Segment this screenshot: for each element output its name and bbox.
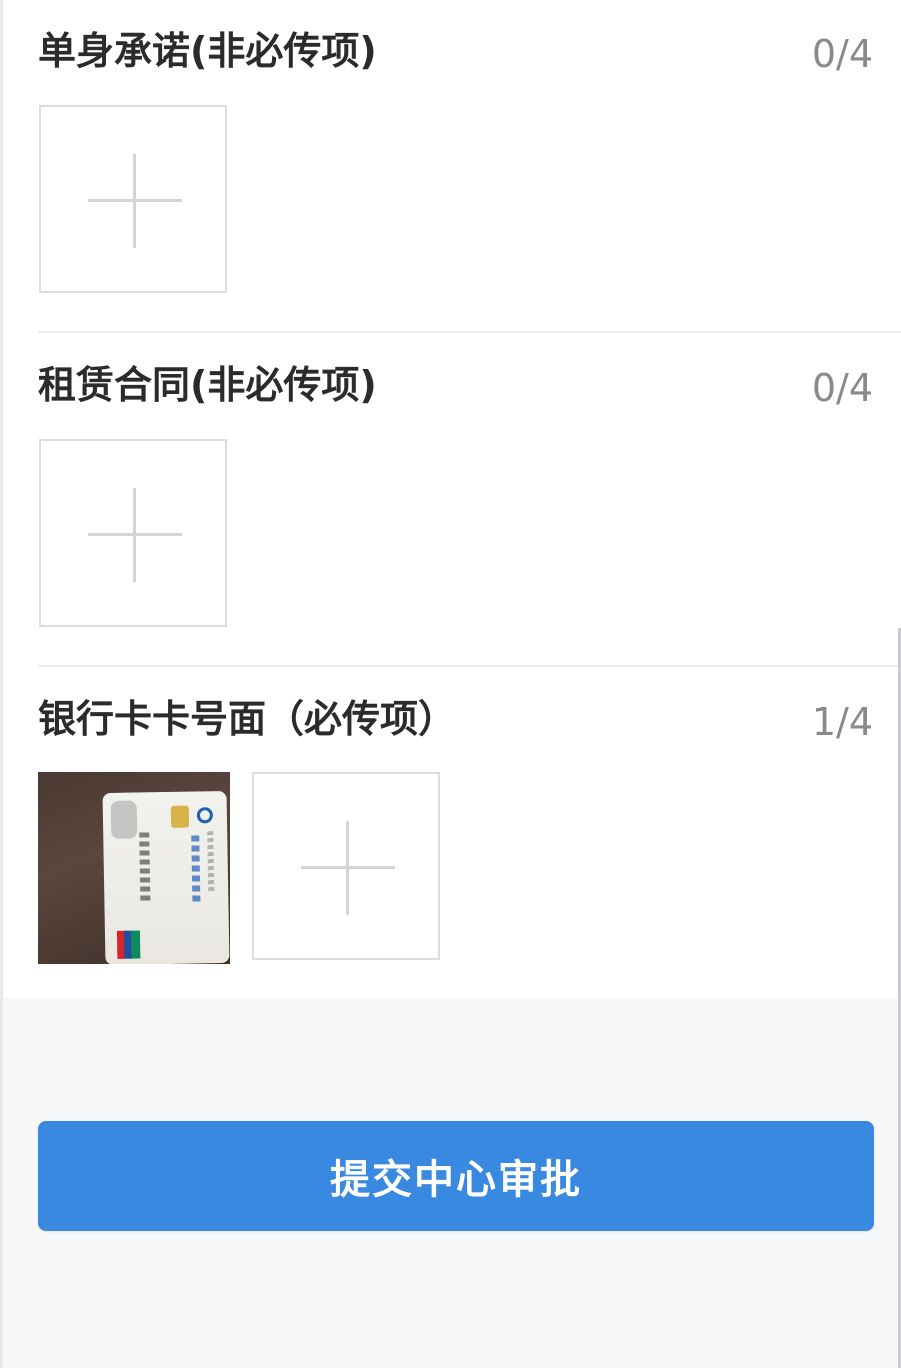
card-chip-icon <box>170 805 190 828</box>
bank-logo-icon <box>196 807 214 824</box>
section-bank-card: 银行卡卡号面（必传项） 1/4 <box>0 668 901 998</box>
add-photo-button[interactable] <box>39 105 227 293</box>
plus-icon-vertical <box>133 488 136 582</box>
plus-icon-vertical <box>346 821 349 915</box>
section-title: 单身承诺(非必传项) <box>38 29 377 73</box>
section-single-commitment: 单身承诺(非必传项) 0/4 <box>0 0 901 334</box>
section-lease-contract: 租赁合同(非必传项) 0/4 <box>0 334 901 668</box>
plus-icon-vertical <box>133 154 136 248</box>
upload-form: 单身承诺(非必传项) 0/4 租赁合同(非必传项) 0/4 银行卡卡号面（必传项… <box>0 0 901 998</box>
bank-name-mark <box>191 835 201 906</box>
submit-for-approval-button[interactable]: 提交中心审批 <box>38 1121 874 1231</box>
add-photo-button[interactable] <box>39 439 227 627</box>
upload-count: 0/4 <box>811 32 873 76</box>
card-number-mark <box>139 832 151 903</box>
bank-card-image <box>102 790 230 964</box>
uploaded-bank-card-photo[interactable] <box>38 772 230 964</box>
unionpay-logo-icon <box>116 930 141 959</box>
divider <box>38 331 901 333</box>
section-title: 银行卡卡号面（必传项） <box>38 697 457 741</box>
card-text-mark <box>207 831 215 892</box>
upload-count: 1/4 <box>811 700 873 744</box>
divider <box>38 665 901 667</box>
add-photo-button[interactable] <box>252 772 440 960</box>
blurred-area <box>110 800 138 839</box>
upload-count: 0/4 <box>811 366 873 410</box>
left-edge <box>0 0 3 1368</box>
section-title: 租赁合同(非必传项) <box>38 363 377 407</box>
